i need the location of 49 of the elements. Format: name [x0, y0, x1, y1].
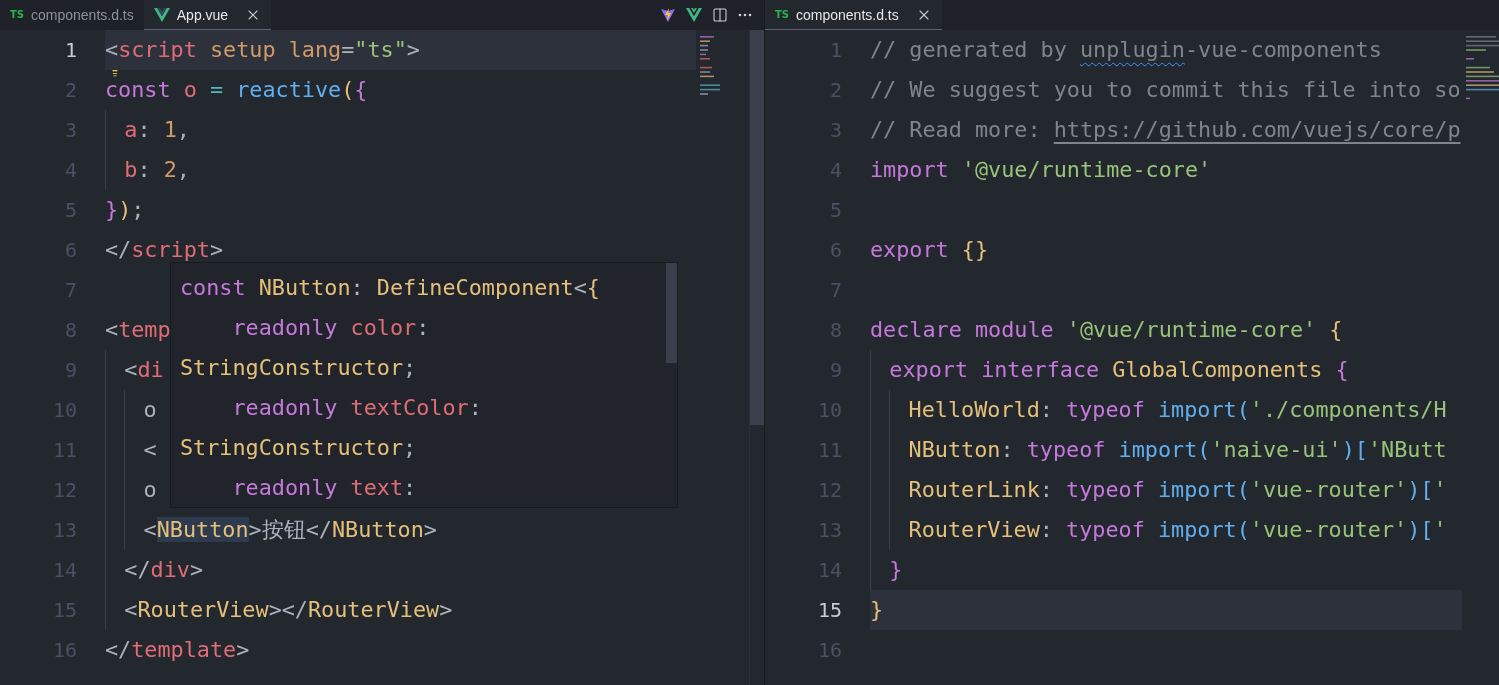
code-line: export interface GlobalComponents { — [889, 358, 1349, 382]
minimap-code-drawing — [1466, 36, 1499, 100]
line-number: 15 — [816, 598, 842, 622]
split-editor-icon[interactable] — [712, 7, 728, 23]
code-line: a: 1, — [124, 118, 190, 142]
code-line: StringConstructor; — [180, 356, 417, 380]
editor-tab[interactable]: App.vue — [143, 0, 272, 30]
code-line: <script setup lang="ts"> — [105, 38, 420, 62]
code-line: readonly text: — [231, 476, 417, 500]
code-line: }); — [105, 198, 145, 222]
code-line: // generated by unplugin-vue-components — [870, 38, 1382, 62]
vue-file-icon — [153, 7, 170, 22]
typescript-file-icon: TS — [775, 9, 790, 20]
lightning-icon[interactable] — [660, 7, 676, 23]
more-icon[interactable] — [738, 13, 752, 17]
code-line: readonly textColor: — [231, 396, 482, 420]
code-line: // Read more: https://github.com/vuejs/core/p — [870, 118, 1461, 142]
code-line: b: 2, — [124, 158, 190, 182]
code-line: } — [870, 598, 884, 622]
code-line: < — [143, 438, 157, 462]
editor-tab[interactable]: TS components.d.ts — [765, 0, 942, 30]
code-line: <NButton>按钮</NButton> — [143, 518, 437, 542]
code-line: // We suggest you to commit this file into so — [870, 78, 1461, 102]
scrollbar-thumb[interactable] — [666, 263, 677, 363]
minimap-code-drawing — [700, 36, 720, 95]
code-line: readonly color: — [231, 316, 430, 340]
code-line: <temp — [105, 318, 171, 342]
code-line: <RouterView></RouterView> — [124, 598, 453, 622]
code-line: } — [889, 558, 903, 582]
code-line: </script> — [105, 238, 224, 262]
code-line: NButton: typeof import('naive-ui')['NButt — [908, 438, 1447, 462]
code-line: </div> — [124, 558, 203, 582]
code-line: declare module '@vue/runtime-core' { — [870, 318, 1343, 342]
code-line: const NButton: DefineComponent<{ — [180, 276, 600, 300]
line-number: 1 — [63, 38, 77, 62]
code-line: RouterView: typeof import('vue-router')[' — [908, 518, 1447, 542]
scrollbar-thumb[interactable] — [750, 30, 764, 425]
code-line: <di — [124, 358, 164, 382]
code-line: const o = reactive({ — [105, 78, 368, 102]
code-line: RouterLink: typeof import('vue-router')[' — [908, 478, 1447, 502]
typescript-file-icon: TS — [10, 9, 25, 20]
code-line: StringConstructor; — [180, 436, 417, 460]
code-line: o — [143, 478, 157, 502]
code-line: HelloWorld: typeof import('./components/H — [908, 398, 1447, 422]
vue-icon[interactable] — [686, 8, 702, 22]
code-line: export {} — [870, 238, 989, 262]
code-line: </template> — [105, 638, 250, 662]
code-line: o — [143, 398, 157, 422]
code-line: import '@vue/runtime-core' — [870, 158, 1212, 182]
